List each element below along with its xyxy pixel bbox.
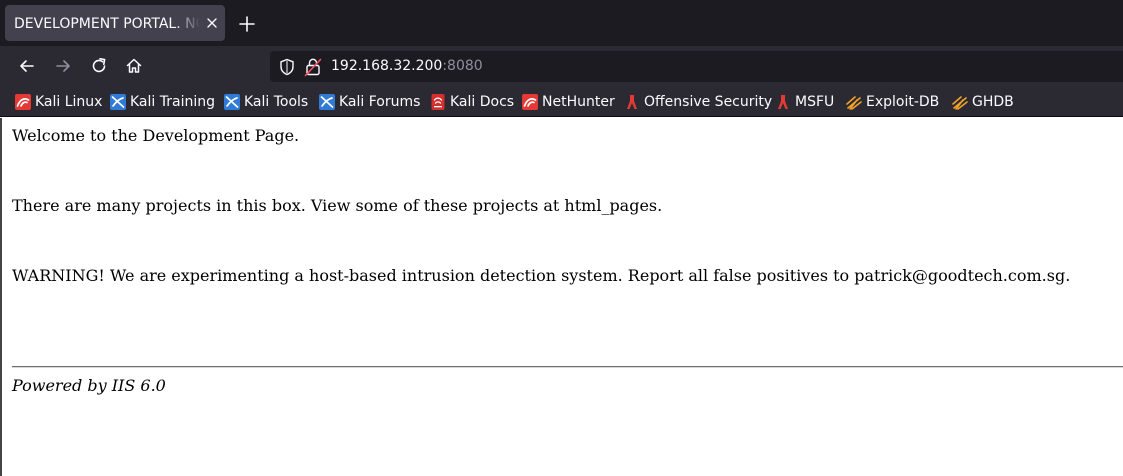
- nethunter-icon: [522, 94, 538, 110]
- bookmark-label: Exploit-DB: [866, 94, 940, 110]
- url-host: 192.168.32.200: [331, 58, 443, 74]
- insecure-lock-icon[interactable]: [304, 57, 322, 77]
- kali-linux-icon: [15, 94, 31, 110]
- navigation-toolbar: 192.168.32.200:8080: [0, 46, 1123, 87]
- ghdb-icon: [952, 96, 968, 110]
- bookmark-label: GHDB: [972, 94, 1014, 110]
- offensive-security-icon: [627, 95, 637, 109]
- projects-text: There are many projects in this box. Vie…: [12, 196, 663, 215]
- kali-tools-icon: [224, 94, 240, 110]
- warning-text: WARNING! We are experimenting a host-bas…: [12, 266, 1071, 285]
- bookmark-kali-linux[interactable]: Kali Linux: [15, 93, 102, 111]
- bookmark-label: Kali Forums: [339, 94, 421, 110]
- bookmark-kali-tools[interactable]: Kali Tools: [224, 93, 308, 111]
- reload-icon[interactable]: [89, 56, 109, 76]
- bookmark-offensive-security[interactable]: Offensive Security: [624, 93, 772, 111]
- back-icon[interactable]: [17, 56, 37, 76]
- bookmark-kali-docs[interactable]: Kali Docs: [430, 93, 514, 111]
- kali-forums-icon: [319, 94, 335, 110]
- bookmark-label: Kali Linux: [35, 94, 103, 110]
- active-tab[interactable]: DEVELOPMENT PORTAL. NOT FOR OUTSIDERS OR…: [5, 5, 225, 41]
- tab-title: DEVELOPMENT PORTAL. NOT FOR OUTSIDERS OR…: [14, 16, 200, 32]
- home-icon[interactable]: [124, 56, 144, 76]
- close-icon[interactable]: [203, 14, 221, 32]
- bookmark-kali-training[interactable]: Kali Training: [110, 93, 215, 111]
- tab-strip: DEVELOPMENT PORTAL. NOT FOR OUTSIDERS OR…: [0, 0, 1123, 46]
- msfu-icon: [778, 95, 788, 109]
- forward-icon[interactable]: [53, 56, 73, 76]
- server-footer: Powered by IIS 6.0: [12, 376, 166, 395]
- address-bar[interactable]: 192.168.32.200:8080: [270, 51, 1123, 82]
- bookmark-exploit-db[interactable]: Exploit-DB: [846, 93, 939, 111]
- bookmark-nethunter[interactable]: NetHunter: [522, 93, 615, 111]
- bookmark-label: MSFU: [795, 94, 835, 110]
- bookmark-label: Kali Tools: [244, 94, 309, 110]
- bookmark-label: Kali Docs: [450, 94, 515, 110]
- horizontal-rule: [12, 366, 1123, 368]
- welcome-text: Welcome to the Development Page.: [12, 126, 300, 145]
- bookmark-label: Kali Training: [130, 94, 215, 110]
- bookmarks-toolbar: Kali Linux Kali Training Kali Tools Kali…: [0, 87, 1123, 117]
- bookmark-msfu[interactable]: MSFU: [775, 93, 834, 111]
- page-content: Welcome to the Development Page. There a…: [0, 118, 1123, 476]
- new-tab-icon[interactable]: [236, 13, 258, 35]
- kali-docs-icon: [431, 94, 445, 110]
- bookmark-label: Offensive Security: [644, 94, 773, 110]
- url-text[interactable]: 192.168.32.200:8080: [331, 57, 483, 76]
- url-port: :8080: [442, 58, 483, 74]
- bookmark-ghdb[interactable]: GHDB: [952, 93, 1014, 111]
- kali-training-icon: [110, 94, 126, 110]
- tracking-protection-shield-icon[interactable]: [278, 58, 296, 76]
- exploit-db-icon: [846, 96, 862, 110]
- bookmark-label: NetHunter: [542, 94, 615, 110]
- bookmark-kali-forums[interactable]: Kali Forums: [319, 93, 420, 111]
